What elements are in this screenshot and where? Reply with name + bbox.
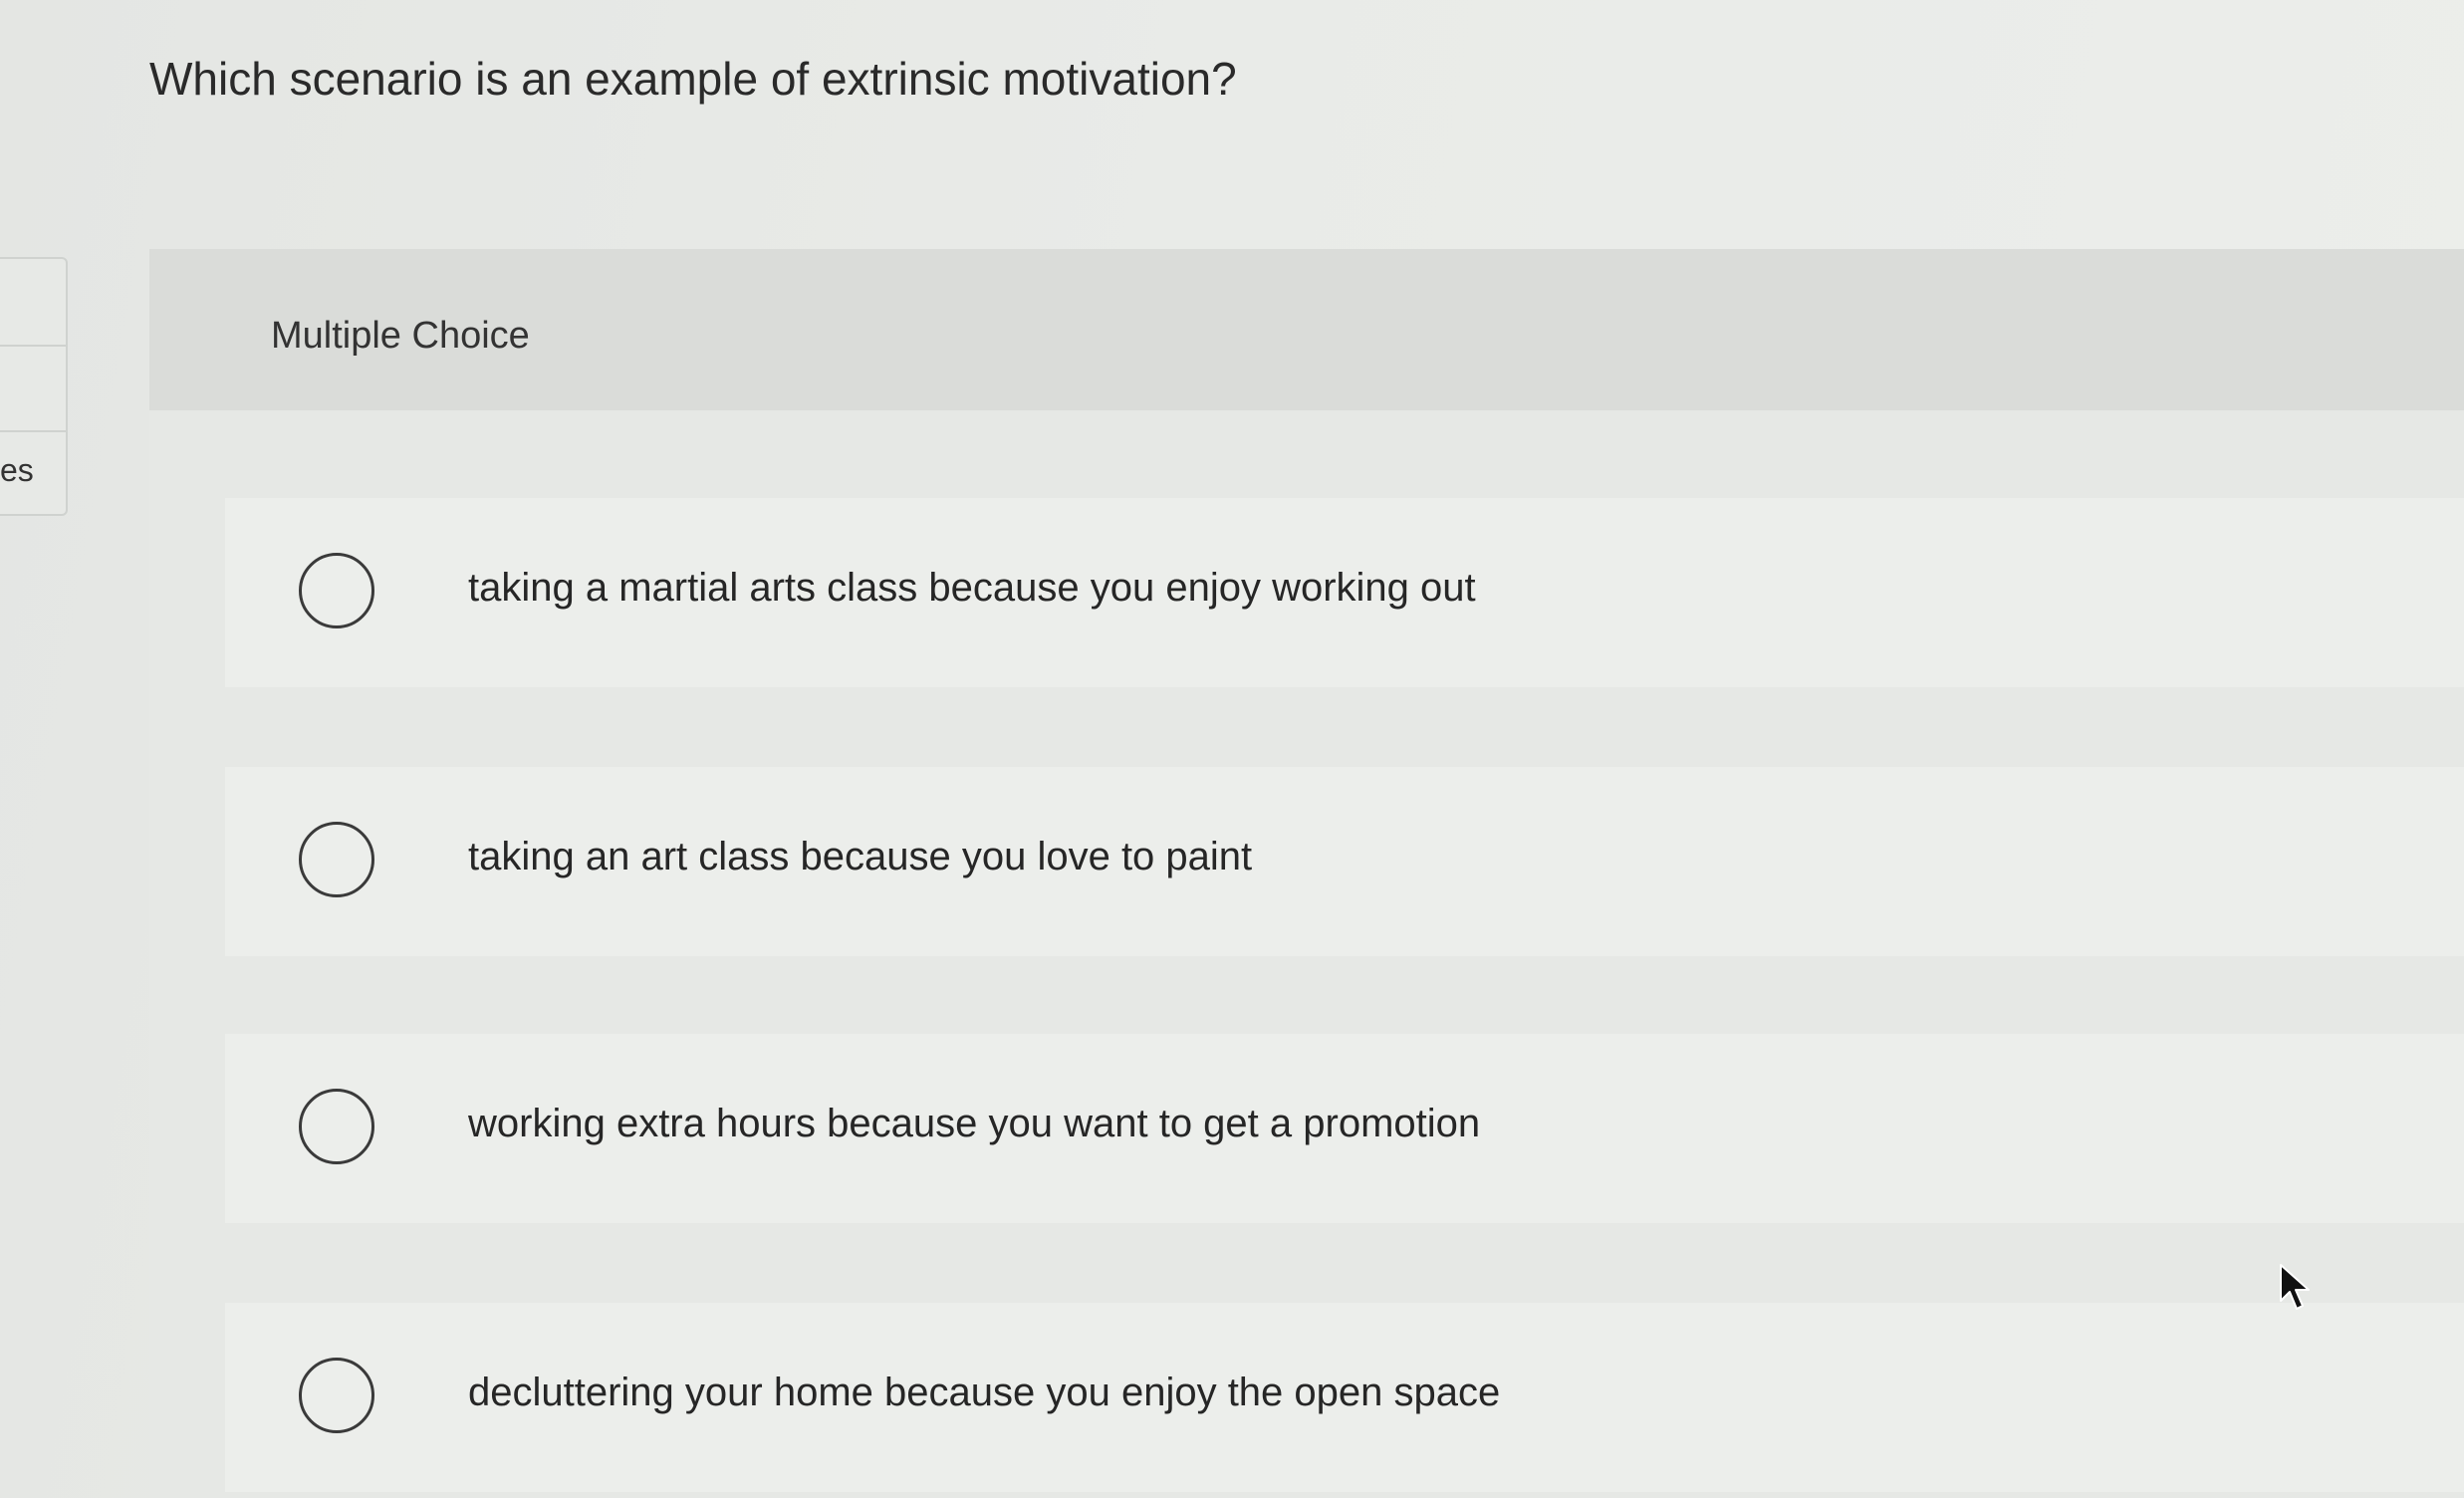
- answer-option-2[interactable]: taking an art class because you love to …: [225, 767, 2464, 956]
- answer-option-label[interactable]: working extra hours because you want to …: [468, 1102, 1480, 1146]
- side-tab-strip[interactable]: es: [0, 257, 68, 516]
- side-tab-label[interactable]: es: [0, 452, 34, 489]
- radio-circle-icon[interactable]: [299, 1358, 374, 1433]
- radio-circle-icon[interactable]: [299, 1089, 374, 1164]
- side-tab-divider: [0, 345, 66, 347]
- radio-circle-icon[interactable]: [299, 553, 374, 628]
- panel-header: Multiple Choice: [149, 249, 2464, 410]
- mouse-pointer-icon: [2280, 1264, 2310, 1310]
- answer-option-label[interactable]: decluttering your home because you enjoy…: [468, 1371, 1500, 1415]
- answer-option-label[interactable]: taking a martial arts class because you …: [468, 566, 1476, 611]
- side-tab-divider: [0, 430, 66, 432]
- answer-option-4[interactable]: decluttering your home because you enjoy…: [225, 1303, 2464, 1492]
- question-type-label: Multiple Choice: [271, 315, 530, 357]
- multiple-choice-panel: Multiple Choice taking a martial arts cl…: [149, 249, 2464, 1498]
- radio-circle-icon[interactable]: [299, 822, 374, 897]
- answer-option-3[interactable]: working extra hours because you want to …: [225, 1034, 2464, 1223]
- answer-option-label[interactable]: taking an art class because you love to …: [468, 835, 1252, 879]
- answer-option-1[interactable]: taking a martial arts class because you …: [225, 498, 2464, 687]
- question-prompt: Which scenario is an example of extrinsi…: [149, 53, 1237, 105]
